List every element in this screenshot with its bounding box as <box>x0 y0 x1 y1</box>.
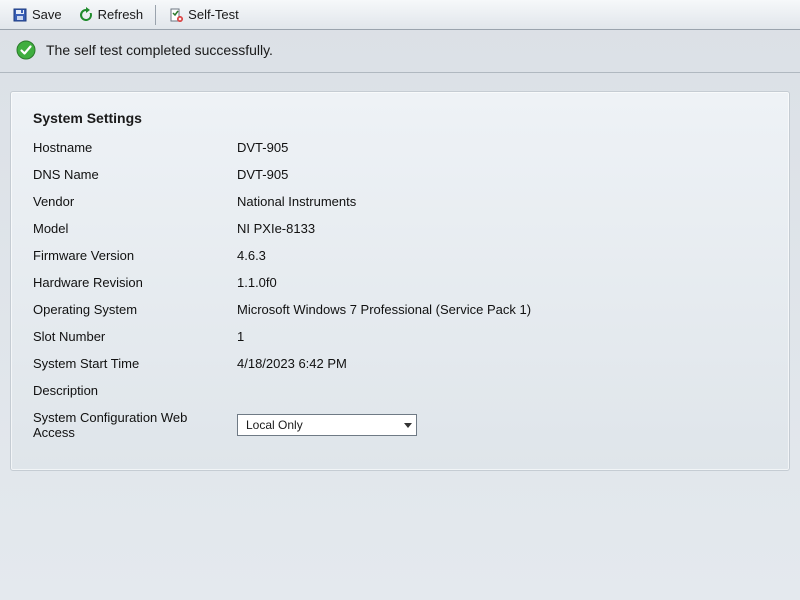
description-label: Description <box>33 383 229 398</box>
vendor-value: National Instruments <box>237 194 767 209</box>
chevron-down-icon <box>404 423 412 428</box>
dnsname-value: DVT-905 <box>237 167 767 182</box>
settings-grid: Hostname DVT-905 DNS Name DVT-905 Vendor… <box>33 140 767 440</box>
content: System Settings Hostname DVT-905 DNS Nam… <box>33 110 767 440</box>
slot-label: Slot Number <box>33 329 229 344</box>
save-icon <box>12 7 28 23</box>
os-value: Microsoft Windows 7 Professional (Servic… <box>237 302 767 317</box>
hwrev-label: Hardware Revision <box>33 275 229 290</box>
webaccess-selected: Local Only <box>246 418 303 432</box>
hwrev-value: 1.1.0f0 <box>237 275 767 290</box>
firmware-value: 4.6.3 <box>237 248 767 263</box>
refresh-label: Refresh <box>98 7 144 22</box>
starttime-label: System Start Time <box>33 356 229 371</box>
webaccess-select[interactable]: Local Only <box>237 414 417 436</box>
hostname-value: DVT-905 <box>237 140 767 155</box>
refresh-button[interactable]: Refresh <box>72 4 150 26</box>
model-value: NI PXIe-8133 <box>237 221 767 236</box>
webaccess-cell: Local Only <box>237 414 767 436</box>
toolbar-separator <box>155 5 156 25</box>
model-label: Model <box>33 221 229 236</box>
os-label: Operating System <box>33 302 229 317</box>
dnsname-label: DNS Name <box>33 167 229 182</box>
status-message: The self test completed successfully. <box>46 42 273 58</box>
toolbar: Save Refresh Self-Test <box>0 0 800 30</box>
selftest-button[interactable]: Self-Test <box>162 4 245 26</box>
webaccess-label: System Configuration Web Access <box>33 410 229 440</box>
hostname-label: Hostname <box>33 140 229 155</box>
firmware-label: Firmware Version <box>33 248 229 263</box>
vendor-label: Vendor <box>33 194 229 209</box>
status-bar: The self test completed successfully. <box>0 30 800 73</box>
section-title: System Settings <box>33 110 767 126</box>
success-icon <box>16 40 36 60</box>
selftest-icon <box>168 7 184 23</box>
selftest-label: Self-Test <box>188 7 239 22</box>
settings-panel: System Settings Hostname DVT-905 DNS Nam… <box>10 91 790 471</box>
slot-value: 1 <box>237 329 767 344</box>
starttime-value: 4/18/2023 6:42 PM <box>237 356 767 371</box>
refresh-icon <box>78 7 94 23</box>
save-button[interactable]: Save <box>6 4 68 26</box>
save-label: Save <box>32 7 62 22</box>
